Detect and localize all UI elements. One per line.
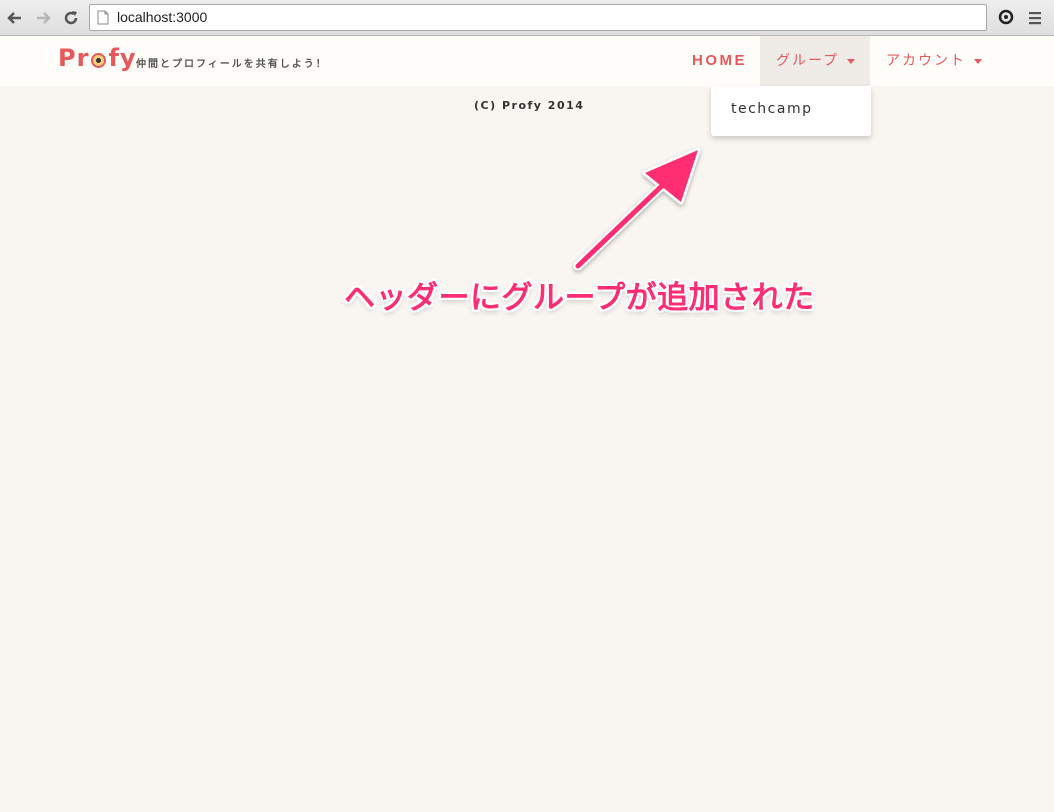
copyright: (C) Profy 2014	[474, 99, 585, 112]
address-bar[interactable]: localhost:3000	[89, 4, 987, 31]
nav-account-dropdown[interactable]: アカウント	[870, 36, 998, 86]
forward-button[interactable]	[33, 8, 53, 28]
group-dropdown-menu: techcamp	[711, 86, 871, 136]
reload-icon	[64, 11, 78, 25]
dropdown-item-techcamp[interactable]: techcamp	[731, 101, 812, 117]
arrow-right-icon	[37, 12, 51, 24]
sync-icon	[998, 9, 1014, 25]
browser-toolbar: localhost:3000	[0, 0, 1054, 36]
nav-group-label: グループ	[776, 53, 840, 69]
page-icon	[97, 10, 109, 25]
nav-account-label: アカウント	[886, 53, 966, 69]
arrow-left-icon	[7, 12, 21, 24]
annotation-callout: ヘッダーにグループが追加された	[344, 280, 815, 316]
hamburger-icon	[1029, 12, 1041, 25]
nav-group-dropdown[interactable]: グループ	[760, 36, 870, 86]
annotation-arrow-icon	[573, 147, 701, 271]
reload-button[interactable]	[61, 8, 81, 28]
browser-menu-button[interactable]	[1028, 10, 1042, 29]
logo-text-start: Pr	[58, 44, 90, 72]
caret-down-icon	[974, 58, 982, 64]
caret-down-icon	[847, 58, 856, 64]
extension-button[interactable]	[997, 8, 1015, 30]
profy-logo[interactable]: Pr fy	[58, 44, 137, 72]
site-header: Pr fy 仲間とプロフィールを共有しよう！ HOME グループ アカウント	[0, 36, 1054, 86]
back-button[interactable]	[5, 8, 25, 28]
nav-home[interactable]: HOME	[676, 36, 763, 86]
tagline: 仲間とプロフィールを共有しよう！	[136, 59, 328, 70]
url-text: localhost:3000	[117, 9, 208, 25]
logo-donut-icon	[91, 52, 107, 68]
logo-text-end: fy	[108, 44, 137, 72]
